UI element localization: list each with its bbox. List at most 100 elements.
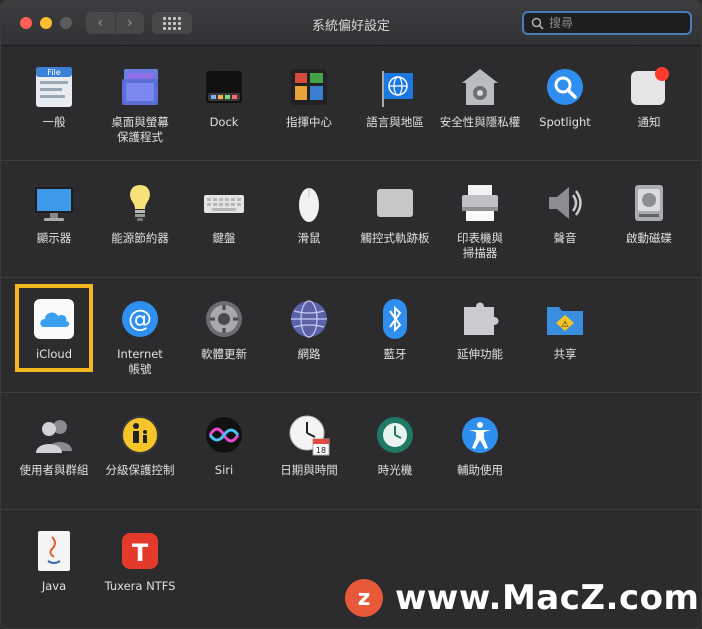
pane-label: 通知	[637, 115, 661, 129]
date-time-icon: 18	[289, 415, 330, 456]
pane-siri[interactable]: Siri	[181, 413, 267, 478]
watermark-text: www.MacZ.com	[395, 578, 700, 618]
accessibility-icon	[462, 417, 498, 453]
system-preferences-window: ‹ › 系統偏好設定 File 一般 桌面與螢幕 保護程式 Dock 指揮中心 語言與地區…	[0, 0, 702, 629]
mouse-icon	[299, 188, 319, 222]
pane-sound[interactable]: 聲音	[522, 181, 608, 246]
pane-mouse[interactable]: 滑鼠	[266, 181, 352, 246]
pane-java[interactable]: Java	[11, 529, 97, 594]
pane-label: 鍵盤	[212, 231, 236, 245]
pane-label: 滑鼠	[297, 231, 321, 245]
desktop-screensaver-icon	[122, 69, 158, 105]
pane-label: 延伸功能	[457, 347, 503, 361]
extensions-icon	[464, 302, 499, 335]
mission-control-icon	[291, 69, 327, 105]
pane-label: 語言與地區	[366, 115, 424, 129]
pane-startup[interactable]: 啟動磁碟	[606, 181, 692, 246]
users-groups-icon	[36, 420, 72, 453]
pane-security[interactable]: 安全性與隱私權	[437, 65, 523, 130]
pane-general[interactable]: File 一般	[11, 65, 97, 130]
pane-notifications[interactable]: 通知	[606, 65, 692, 130]
pane-label: 網路	[297, 347, 321, 361]
pane-trackpad[interactable]: 觸控式軌跡板	[352, 181, 438, 246]
pane-energy[interactable]: 能源節約器	[97, 181, 183, 246]
pane-tuxera[interactable]: T Tuxera NTFS	[97, 529, 183, 594]
pane-label: 時光機	[377, 463, 413, 477]
software-update-icon	[206, 301, 242, 337]
trackpad-icon	[377, 189, 413, 217]
pane-label: 能源節約器	[111, 231, 169, 245]
svg-text:T: T	[132, 539, 149, 567]
startup-disk-icon	[635, 185, 663, 221]
pane-label: 分級保護控制	[105, 463, 175, 477]
printers-scanners-icon	[462, 185, 498, 221]
svg-text:@: @	[128, 305, 152, 333]
svg-text:18: 18	[316, 446, 326, 455]
time-machine-icon	[377, 417, 413, 453]
search-input[interactable]	[547, 16, 681, 30]
general-icon: File	[36, 67, 72, 107]
pane-language[interactable]: 語言與地區	[352, 65, 438, 130]
svg-text:⚠: ⚠	[561, 320, 569, 330]
pane-label: 觸控式軌跡板	[360, 231, 430, 245]
pane-dock[interactable]: Dock	[181, 65, 267, 130]
pane-parental[interactable]: 分級保護控制	[97, 413, 183, 478]
watermark-logo: z	[345, 579, 383, 617]
security-privacy-icon	[462, 69, 498, 105]
pane-label: Siri	[214, 463, 234, 477]
pane-label: 桌面與螢幕 保護程式	[111, 115, 169, 144]
pane-sharing[interactable]: ⚠ 共享	[522, 297, 608, 362]
pane-mission[interactable]: 指揮中心	[266, 65, 352, 130]
search-field[interactable]	[522, 11, 692, 35]
pane-extensions[interactable]: 延伸功能	[437, 297, 523, 362]
pane-displays[interactable]: 顯示器	[11, 181, 97, 246]
search-icon	[527, 13, 547, 33]
pane-internet[interactable]: @ Internet 帳號	[97, 297, 183, 377]
pane-network[interactable]: 網路	[266, 297, 352, 362]
watermark: z www.MacZ.com	[337, 566, 701, 628]
icloud-highlight-box	[15, 284, 93, 372]
pane-label: 日期與時間	[280, 463, 338, 477]
pane-label: 聲音	[553, 231, 577, 245]
pane-keyboard[interactable]: 鍵盤	[181, 181, 267, 246]
pane-users[interactable]: 使用者與群組	[11, 413, 97, 478]
pane-label: 軟體更新	[201, 347, 247, 361]
bluetooth-icon	[383, 299, 407, 339]
sharing-icon: ⚠	[547, 307, 583, 335]
dock-icon	[206, 71, 242, 103]
pane-label: Tuxera NTFS	[104, 579, 176, 593]
java-icon	[38, 531, 70, 571]
energy-saver-icon	[130, 185, 150, 221]
pane-desktop[interactable]: 桌面與螢幕 保護程式	[97, 65, 183, 145]
notifications-icon	[631, 67, 669, 105]
keyboard-icon	[204, 195, 244, 213]
pane-label: 一般	[42, 115, 66, 129]
pane-label: 指揮中心	[286, 115, 332, 129]
pane-label: 印表機與 掃描器	[457, 231, 503, 260]
pane-label: Dock	[209, 115, 239, 129]
pane-label: 安全性與隱私權	[439, 115, 521, 129]
pane-label: 啟動磁碟	[626, 231, 672, 245]
pane-label: Java	[41, 579, 67, 593]
pane-datetime[interactable]: 18 日期與時間	[266, 413, 352, 478]
language-region-icon	[382, 71, 413, 107]
pane-timemachine[interactable]: 時光機	[352, 413, 438, 478]
pane-label: Spotlight	[539, 115, 591, 129]
pane-spotlight[interactable]: Spotlight	[522, 65, 608, 130]
title-bar: ‹ › 系統偏好設定	[1, 1, 701, 46]
pane-label: 使用者與群組	[19, 463, 89, 477]
pane-label: 顯示器	[36, 231, 72, 245]
pane-label: 輔助使用	[457, 463, 503, 477]
pane-software[interactable]: 軟體更新	[181, 297, 267, 362]
spotlight-icon	[547, 69, 583, 105]
pane-bluetooth[interactable]: 藍牙	[352, 297, 438, 362]
pane-printers[interactable]: 印表機與 掃描器	[437, 181, 523, 261]
sound-icon	[549, 187, 582, 219]
pane-label: Internet 帳號	[117, 347, 163, 376]
network-icon	[291, 300, 327, 338]
siri-icon	[206, 417, 242, 453]
tuxera-ntfs-icon: T	[122, 533, 158, 569]
displays-icon	[35, 187, 73, 221]
pane-accessibility[interactable]: 輔助使用	[437, 413, 523, 478]
pane-label: 藍牙	[383, 347, 407, 361]
